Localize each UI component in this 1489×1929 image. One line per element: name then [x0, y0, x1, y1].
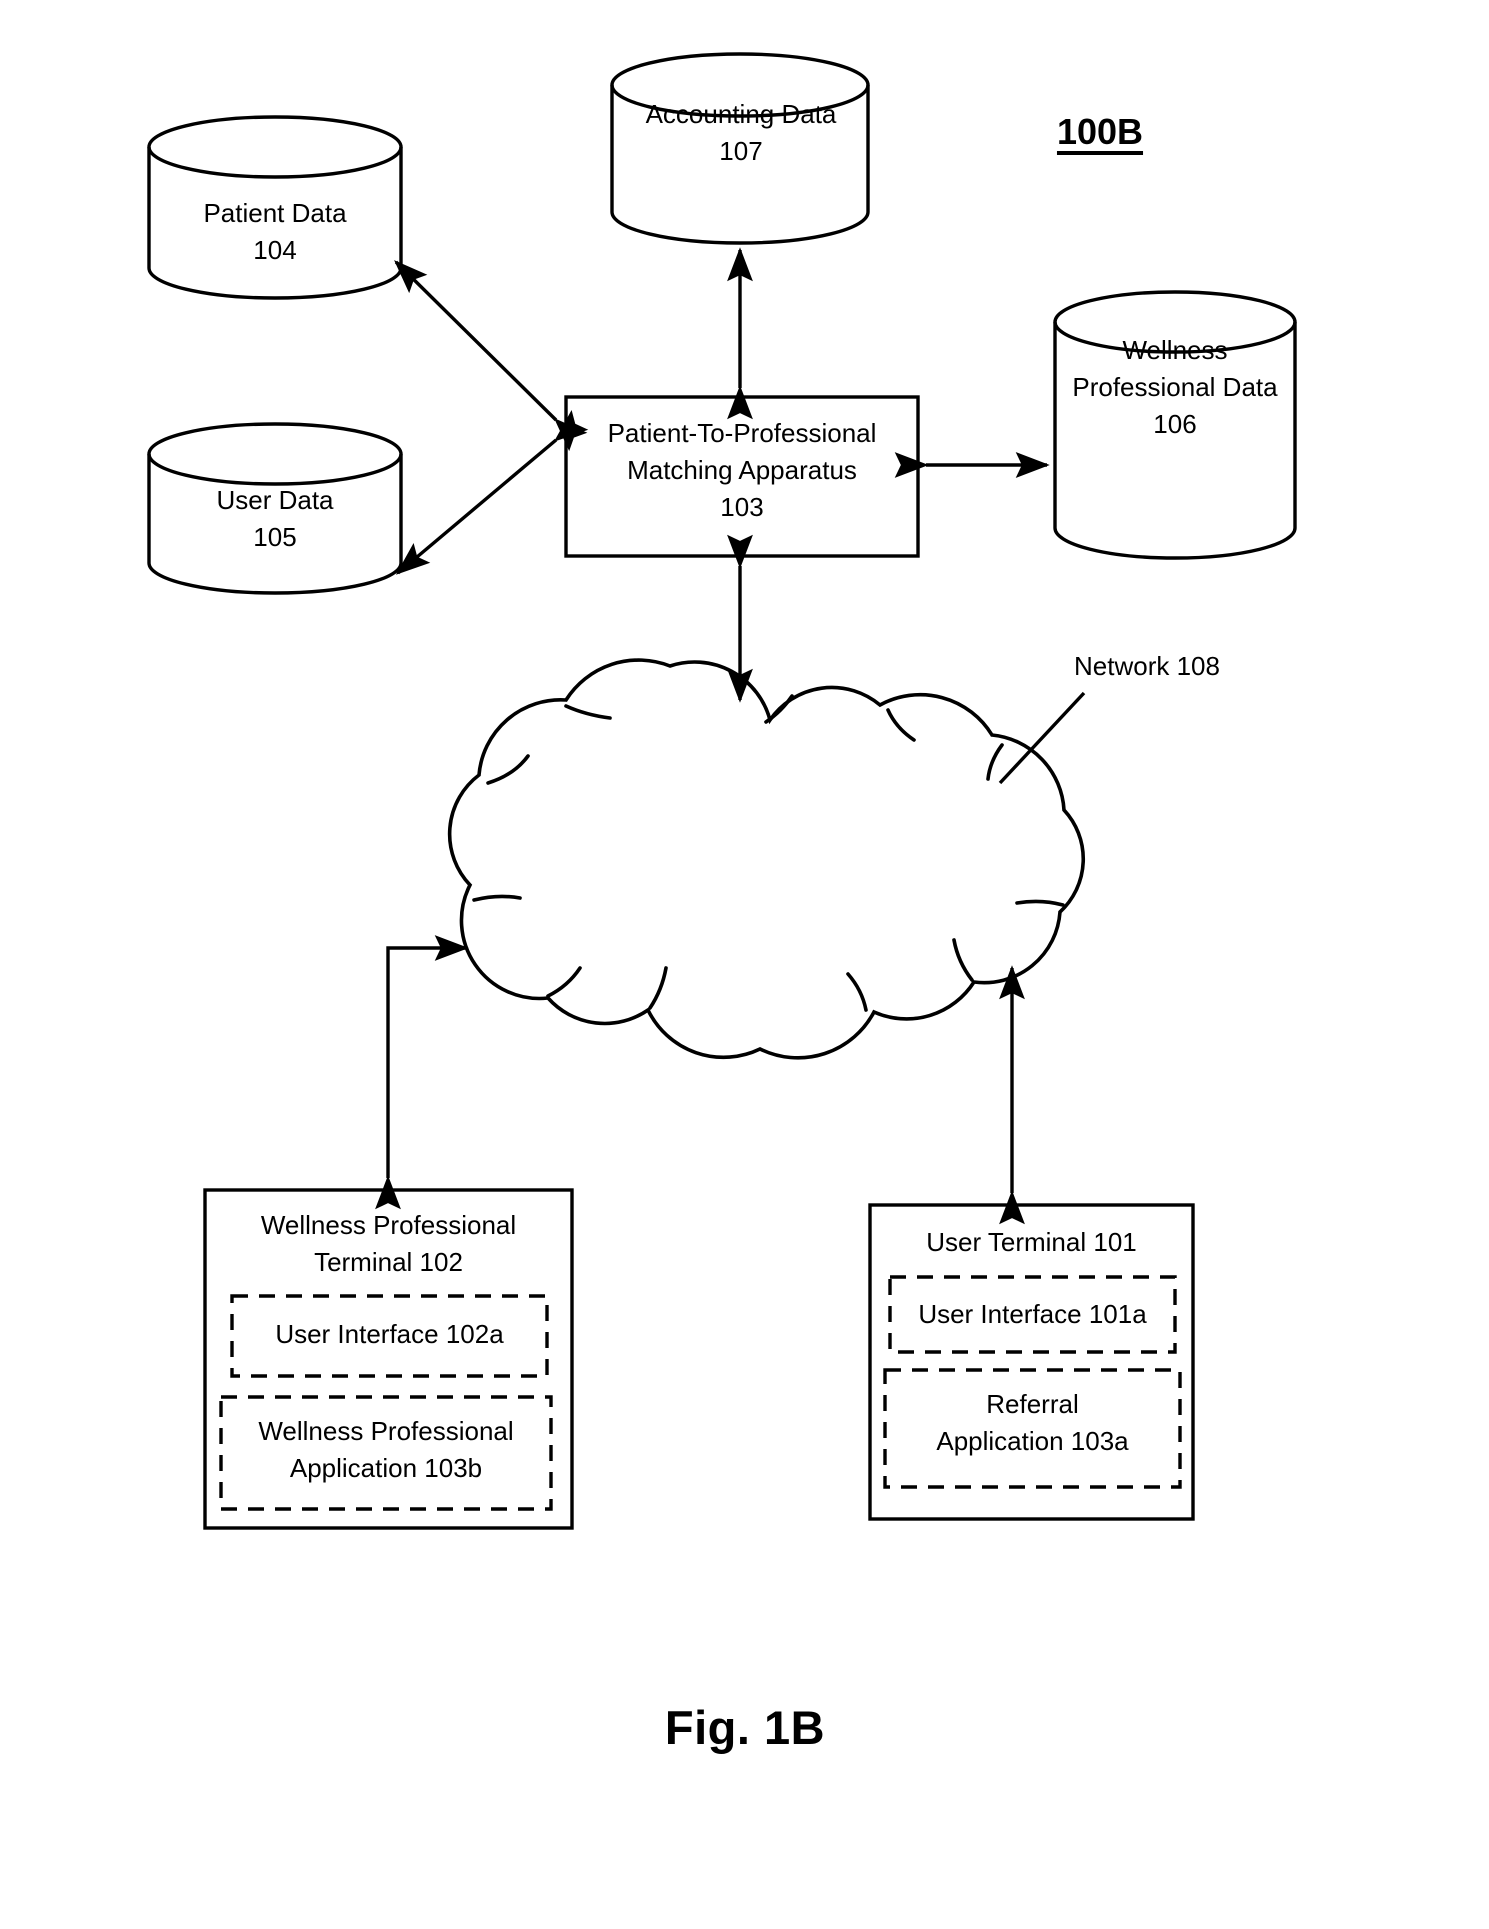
- wp-app-103b-label: Wellness Professional Application 103b: [258, 1416, 514, 1483]
- connector-apparatus-user-data: [395, 409, 589, 575]
- network-label-leader-line: [998, 691, 1086, 785]
- accounting-data-label: Accounting Data 107: [645, 99, 837, 166]
- connector-apparatus-patient-data: [394, 260, 588, 452]
- connector-network-wellness-terminal: [375, 935, 469, 1210]
- figure-canvas: 100B Patient Data 104 User Data 105 Acco…: [0, 0, 1489, 1929]
- user-data-label: User Data 105: [216, 485, 334, 552]
- user-terminal-title: User Terminal 101: [926, 1227, 1137, 1257]
- figure-caption: Fig. 1B: [664, 1701, 826, 1754]
- ui-102a-label: User Interface 102a: [275, 1319, 504, 1349]
- diagram-vector-layer: [147, 52, 1297, 1530]
- wellness-professional-terminal-title: Wellness Professional Terminal 102: [260, 1210, 517, 1277]
- referral-app-103a-label: Referral Application 103a: [936, 1389, 1129, 1456]
- wellness-professional-data-label: Wellness Professional Data 106: [1072, 335, 1278, 439]
- figure-reference-numeral: 100B: [1056, 111, 1144, 152]
- network-label: Network 108: [1074, 651, 1220, 681]
- patient-data-label: Patient Data 104: [203, 198, 347, 265]
- matching-apparatus-label: Patient-To-Professional Matching Apparat…: [607, 418, 877, 522]
- ui-101a-label: User Interface 101a: [918, 1299, 1147, 1329]
- network-cloud-shape: [447, 658, 1086, 1060]
